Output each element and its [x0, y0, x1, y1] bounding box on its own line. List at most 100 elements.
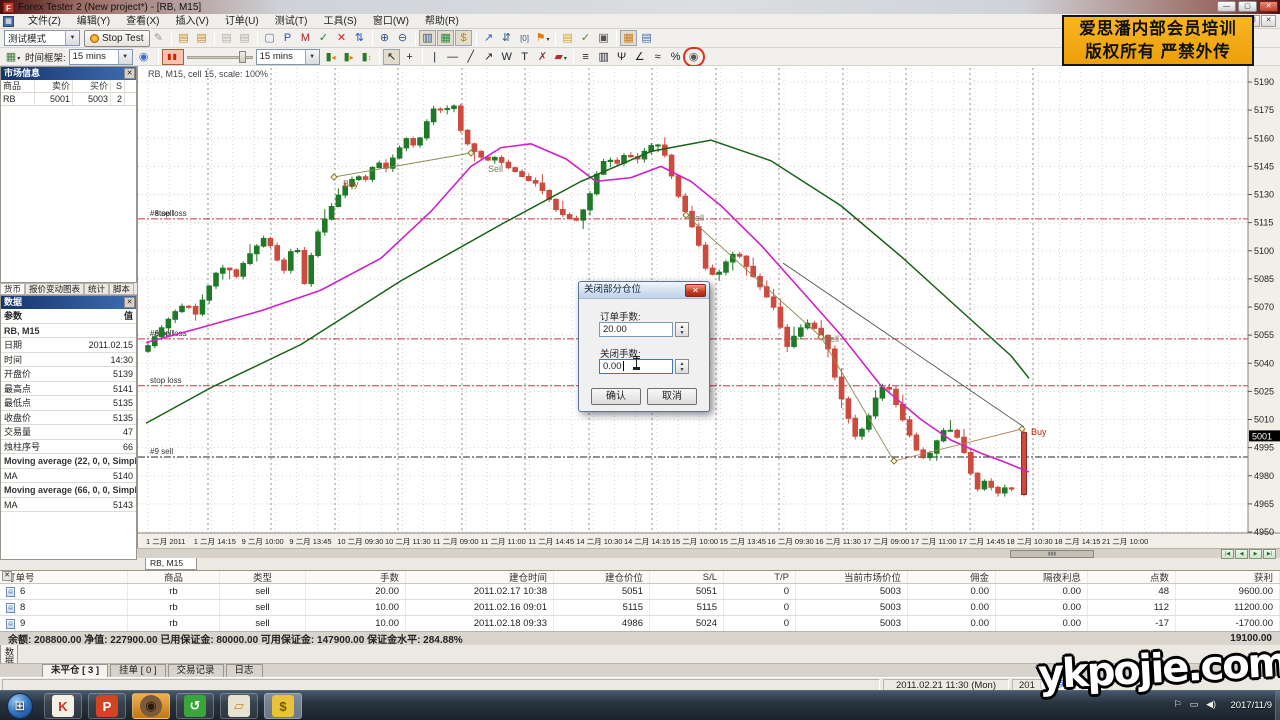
volume-icon[interactable]: ◀)	[1206, 699, 1216, 710]
vlines-set-icon[interactable]: ▥	[595, 49, 612, 65]
dollar-mode-icon[interactable]: $	[455, 30, 472, 46]
crosshair-icon[interactable]: +	[401, 49, 418, 65]
taskbar-app-powerpoint[interactable]: P	[88, 693, 126, 719]
orders-col-12[interactable]: 获利	[1176, 571, 1280, 583]
toolbox-icon[interactable]: ✚	[1098, 679, 1106, 690]
side-tab-1[interactable]: 报价变动图表	[25, 283, 84, 294]
notes-icon[interactable]: ▤	[559, 30, 576, 46]
orders-col-2[interactable]: 类型	[220, 571, 306, 583]
scroll-nav-0[interactable]: |◀	[1221, 549, 1234, 559]
orders-col-9[interactable]: 佣金	[908, 571, 996, 583]
market-row[interactable]: RB500150032	[1, 93, 136, 106]
zero-bar-icon[interactable]: [0]	[516, 30, 533, 46]
action-center-icon[interactable]: ⚐	[1173, 699, 1181, 710]
ray-icon[interactable]: ↗	[480, 49, 497, 65]
close-icon[interactable]: ✕	[2, 571, 12, 581]
cursor-icon[interactable]: ↖	[383, 49, 400, 65]
cancel-order-icon[interactable]: ✕	[333, 30, 350, 46]
confirm-button[interactable]: 确认	[591, 388, 641, 405]
chart-tab-rb-m15[interactable]: RB, M15	[145, 558, 197, 570]
confirm-order-icon[interactable]: ✓	[315, 30, 332, 46]
menu-item-1[interactable]: 编辑(Y)	[69, 16, 118, 27]
chart-scrollbar[interactable]: ▮▮▮ |◀◀▶▶|	[137, 548, 1280, 558]
step-back-icon[interactable]: ▮◂	[322, 49, 339, 65]
color-icon[interactable]: ▰▾	[552, 49, 569, 65]
lang-cn-en-icon[interactable]: 英	[1058, 679, 1067, 690]
scroll-nav-1[interactable]: ◀	[1235, 549, 1248, 559]
menu-item-3[interactable]: 插入(V)	[167, 16, 216, 27]
scrollbar-thumb[interactable]: ▮▮▮	[1010, 550, 1094, 558]
taskbar-app-forextester[interactable]: $	[264, 693, 302, 719]
bottom-tab-3[interactable]: 日志	[226, 664, 263, 677]
orders-col-8[interactable]: 当前市场价位	[796, 571, 908, 583]
polyline-icon[interactable]: ◉	[685, 49, 702, 65]
bars-mode-icon[interactable]: ▥	[419, 30, 436, 46]
pending-order-icon[interactable]: P	[279, 30, 296, 46]
pitchfork-icon[interactable]: Ψ	[613, 49, 630, 65]
sort-icon[interactable]: ⇵	[498, 30, 515, 46]
side-tab-3[interactable]: 脚本	[109, 283, 134, 294]
taskbar-app-explorer[interactable]: ▱	[220, 693, 258, 719]
zoom-in-icon[interactable]: ⊕	[376, 30, 393, 46]
alert-icon[interactable]: ⚑▾	[534, 30, 551, 46]
pause-button[interactable]: ▮▮	[162, 49, 184, 65]
menu-item-4[interactable]: 订单(U)	[217, 16, 267, 27]
hline-icon[interactable]: —	[444, 49, 461, 65]
text-icon[interactable]: T	[516, 49, 533, 65]
line-chart-icon[interactable]: ↗	[480, 30, 497, 46]
table-row[interactable]: ▤8rbsell10.002011.02.16 09:0151155115050…	[0, 600, 1280, 616]
candles-mode-icon[interactable]: ▦	[437, 30, 454, 46]
edit-icon[interactable]: ✎	[150, 30, 167, 46]
minimize-button[interactable]: —	[1217, 1, 1236, 12]
orders-col-0[interactable]: 订单号	[0, 571, 128, 583]
test-mode-select[interactable]: 测试模式 ▼	[4, 30, 80, 46]
stop-test-button[interactable]: Stop Test	[84, 30, 150, 47]
step-forward-icon[interactable]: ▮▸	[340, 49, 357, 65]
close-icon[interactable]: ✕	[124, 68, 135, 79]
angle-icon[interactable]: ∠	[631, 49, 648, 65]
orders-col-3[interactable]: 手数	[306, 571, 406, 583]
orders-col-5[interactable]: 建仓价位	[554, 571, 650, 583]
sogou-logo-icon[interactable]: S	[1045, 679, 1055, 690]
modify-order-icon[interactable]: ⇅	[351, 30, 368, 46]
hint-lamp-icon[interactable]: ◉	[135, 49, 152, 65]
strategy-check-icon[interactable]: ✓	[577, 30, 594, 46]
vline-icon[interactable]: |	[426, 49, 443, 65]
table-row[interactable]: ▤6rbsell20.002011.02.17 10:3850515051050…	[0, 584, 1280, 600]
tile-windows-icon[interactable]: ▦	[620, 30, 637, 46]
hlines-set-icon[interactable]: ≡	[577, 49, 594, 65]
bottom-tab-2[interactable]: 交易记录	[168, 664, 224, 677]
close-lots-spinner[interactable]: ▲▼	[675, 359, 689, 374]
new-order-icon[interactable]: ▢	[261, 30, 278, 46]
menu-item-8[interactable]: 帮助(R)	[417, 16, 467, 27]
snapshot-icon[interactable]: ▣	[595, 30, 612, 46]
start-button[interactable]: ⊞	[7, 693, 33, 719]
table-row[interactable]: ▤9rbsell10.002011.02.18 09:3349865024050…	[0, 616, 1280, 632]
copy-chart-icon[interactable]: ▤	[175, 30, 192, 46]
bottom-tab-1[interactable]: 挂单 [ 0 ]	[110, 664, 165, 677]
menu-item-0[interactable]: 文件(Z)	[20, 16, 69, 27]
scroll-nav-2[interactable]: ▶	[1249, 549, 1262, 559]
maximize-button[interactable]: ▢	[1238, 1, 1257, 12]
dialog-close-button[interactable]: ✕	[685, 284, 706, 297]
step-tick-icon[interactable]: ▮↕	[358, 49, 375, 65]
menu-item-2[interactable]: 查看(X)	[118, 16, 167, 27]
timeframe-select[interactable]: 15 mins ▼	[69, 49, 133, 65]
side-tab-0[interactable]: 货币	[0, 283, 25, 294]
orders-col-1[interactable]: 商品	[128, 571, 220, 583]
statistics-icon[interactable]: ▤	[638, 30, 655, 46]
copy-all-icon[interactable]: ▤	[193, 30, 210, 46]
taskbar-app-k[interactable]: K	[44, 693, 82, 719]
menu-item-7[interactable]: 窗口(W)	[365, 16, 417, 27]
orders-col-11[interactable]: 点数	[1088, 571, 1176, 583]
orders-col-4[interactable]: 建仓时间	[406, 571, 554, 583]
scroll-nav-3[interactable]: ▶|	[1263, 549, 1276, 559]
cancel-button[interactable]: 取消	[647, 388, 697, 405]
wave-icon[interactable]: W	[498, 49, 515, 65]
fibo-icon[interactable]: %	[667, 49, 684, 65]
display-icon[interactable]: ▭	[1190, 699, 1199, 710]
taskbar-app-browser[interactable]: ↺	[176, 693, 214, 719]
menu-item-5[interactable]: 测试(T)	[267, 16, 316, 27]
close-lots-input[interactable]: 0.00	[599, 359, 673, 374]
menu-item-6[interactable]: 工具(S)	[315, 16, 364, 27]
